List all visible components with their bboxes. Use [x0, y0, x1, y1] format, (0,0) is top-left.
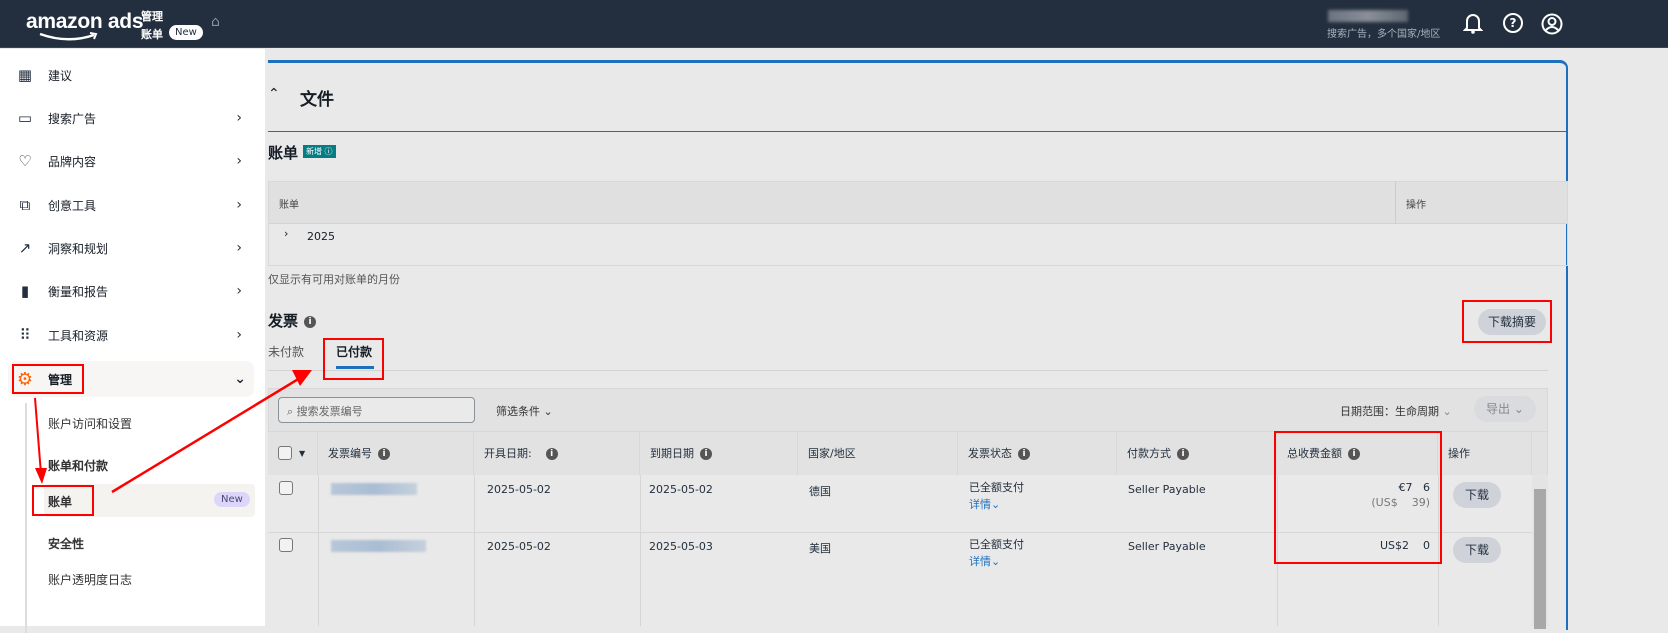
country: 德国 [809, 485, 831, 498]
col-label: 发票状态 [968, 447, 1012, 460]
col-due-date[interactable]: 到期日期 i [640, 432, 798, 475]
filter-label: 筛选条件 [496, 405, 540, 418]
annotation-box [1274, 431, 1442, 564]
col-issue-date[interactable]: 开具日期: i [474, 432, 640, 475]
export-button[interactable]: 导出 ⌄ [1474, 396, 1536, 422]
payment-method: Seller Payable [1128, 540, 1206, 553]
col-label: 国家/地区 [808, 447, 856, 460]
due-date: 2025-05-02 [649, 483, 713, 496]
details-label: 详情 [969, 555, 991, 568]
col-label: 开具日期: [484, 447, 532, 460]
statements-table: 账单 操作 › 2025 [268, 181, 1568, 266]
col-divider [640, 475, 641, 626]
due-date: 2025-05-03 [649, 540, 713, 553]
col-actions: 操作 [1438, 432, 1532, 475]
country: 美国 [809, 542, 831, 555]
header-spacer [1532, 432, 1548, 475]
help-icon[interactable]: ? [1503, 13, 1523, 33]
issue-date: 2025-05-02 [487, 483, 551, 496]
chevron-down-icon: ⌄ [543, 405, 553, 418]
details-label: 详情 [969, 498, 991, 511]
col-label: 操作 [1448, 447, 1470, 460]
account-scope[interactable]: 搜索广告，多个国家/地区 [1327, 25, 1440, 40]
col-label: 到期日期 [650, 447, 694, 460]
payment-method: Seller Payable [1128, 483, 1206, 496]
date-range-dropdown[interactable]: 日期范围：生命周期 ⌄ [1340, 403, 1452, 419]
chevron-down-icon: ⌄ [1442, 405, 1452, 418]
bell-icon[interactable] [1463, 12, 1483, 34]
account-name-blurred[interactable] [1328, 10, 1408, 22]
invoice-status: 已全额支付 [969, 538, 1024, 551]
info-icon[interactable]: i [1177, 448, 1189, 460]
issue-date: 2025-05-02 [487, 540, 551, 553]
divider [268, 370, 1548, 371]
info-icon[interactable]: i [1018, 448, 1030, 460]
annotation-arrows [34, 370, 312, 494]
details-link[interactable]: 详情⌄ [969, 496, 1000, 512]
col-divider [474, 475, 475, 626]
col-country[interactable]: 国家/地区 [798, 432, 958, 475]
col-action: 操作 [1395, 182, 1426, 224]
filter-dropdown[interactable]: 筛选条件 ⌄ [496, 403, 553, 419]
download-button[interactable]: 下载 [1453, 482, 1501, 508]
divider [268, 131, 1568, 132]
col-label: 付款方式 [1127, 447, 1171, 460]
user-icon[interactable] [1541, 13, 1563, 35]
details-link[interactable]: 详情⌄ [969, 553, 1000, 569]
annotation-box [1462, 300, 1552, 343]
info-icon[interactable]: i [545, 448, 558, 460]
scrollbar-thumb[interactable] [1534, 489, 1546, 629]
col-status[interactable]: 发票状态 i [958, 432, 1117, 475]
scrollbar[interactable] [1532, 475, 1548, 629]
invoice-status: 已全额支付 [969, 481, 1024, 494]
info-icon[interactable]: i [700, 448, 712, 460]
col-payment-method[interactable]: 付款方式 i [1117, 432, 1277, 475]
export-label: 导出 [1486, 402, 1511, 416]
date-range-label: 日期范围：生命周期 [1340, 405, 1439, 418]
download-button[interactable]: 下载 [1453, 537, 1501, 563]
